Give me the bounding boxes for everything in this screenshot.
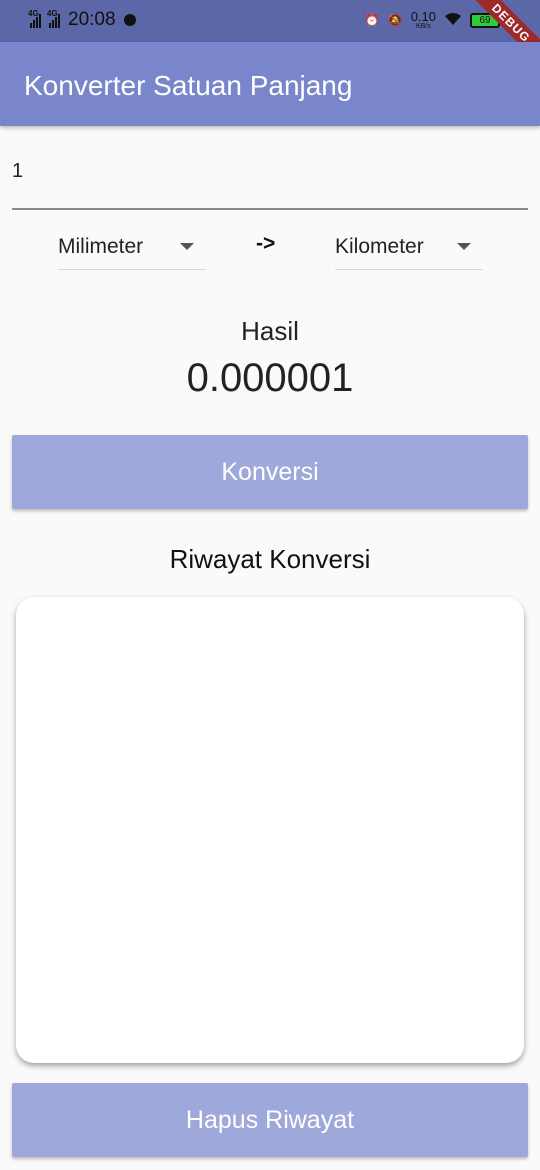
value-input-field[interactable]: [12, 150, 528, 210]
network-speed: 0.10 KB/s: [411, 10, 436, 30]
status-left: 4G 4G 20:08: [28, 8, 136, 32]
result-label: Hasil: [241, 316, 299, 346]
result-value: 0.000001: [186, 356, 354, 400]
network-type-label: 4G: [28, 9, 39, 18]
alarm-icon: ⏰: [364, 13, 380, 27]
status-time: 20:08: [68, 9, 116, 30]
chevron-down-icon: [457, 243, 471, 250]
from-unit-label: Milimeter: [58, 234, 144, 258]
status-bar: 4G 4G 20:08 ⏰ 🔕 0.10 KB/s 69 DEBUG: [0, 0, 540, 76]
signal-icon: 4G: [47, 9, 60, 28]
data-saver-icon: [123, 14, 136, 26]
from-unit-dropdown[interactable]: Milimeter: [58, 224, 206, 270]
wifi-icon: [444, 12, 462, 29]
to-unit-dropdown[interactable]: Kilometer: [335, 224, 483, 270]
history-list[interactable]: [16, 597, 524, 1063]
convert-button[interactable]: Konversi: [12, 435, 528, 509]
network-speed-value: 0.10: [410, 9, 436, 24]
bell-off-icon: 🔕: [387, 13, 403, 27]
status-right: ⏰ 🔕 0.10 KB/s 69: [364, 8, 503, 32]
chevron-down-icon: [180, 243, 194, 250]
network-speed-unit: KB/s: [415, 23, 431, 30]
to-unit-label: Kilometer: [335, 234, 424, 258]
value-input[interactable]: [12, 150, 528, 183]
network-type-label: 4G: [47, 9, 58, 18]
clear-history-button[interactable]: Hapus Riwayat: [12, 1083, 528, 1157]
app-bar: Konverter Satuan Panjang: [0, 42, 540, 126]
conversion-arrow: ->: [256, 232, 276, 255]
page-title: Konverter Satuan Panjang: [24, 70, 353, 101]
signal-icon: 4G: [28, 9, 41, 28]
battery-level: 69: [479, 14, 491, 26]
history-title: Riwayat Konversi: [169, 544, 371, 574]
